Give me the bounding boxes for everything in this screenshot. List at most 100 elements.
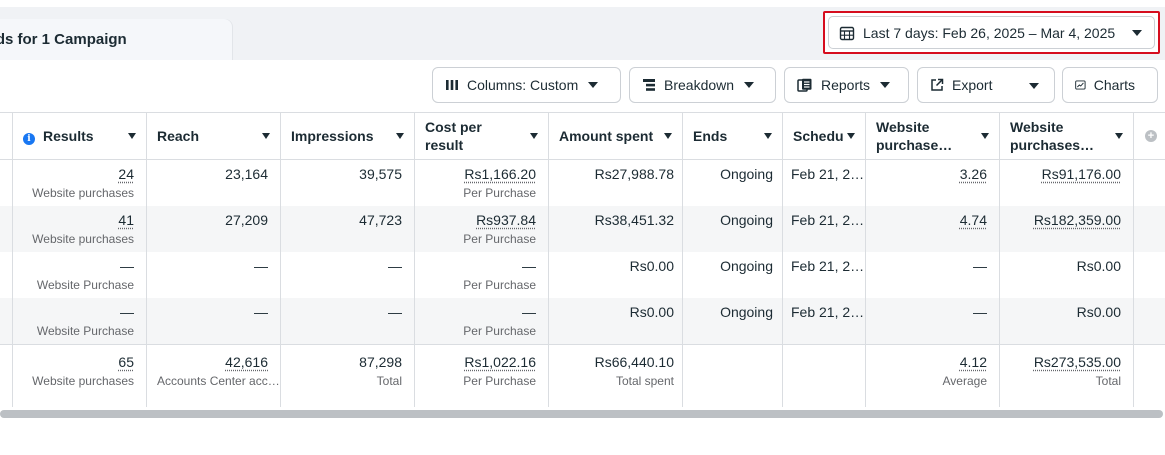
summary-ends — [683, 345, 783, 407]
cell-website-purchases-value: Rs0.00 — [1000, 298, 1134, 344]
value[interactable]: Rs937.84 — [476, 212, 536, 228]
header-label: Amount spent — [559, 128, 654, 144]
value[interactable]: Rs1,166.20 — [464, 166, 536, 182]
breakdown-button[interactable]: Breakdown — [629, 67, 776, 103]
sort-icon[interactable] — [128, 133, 136, 139]
sort-icon[interactable] — [396, 133, 404, 139]
summary-website-purchases-value: Rs273,535.00 Total — [1000, 345, 1134, 407]
horizontal-scrollbar[interactable] — [0, 410, 1163, 418]
value: Rs0.00 — [1076, 258, 1121, 274]
export-button[interactable]: Export — [917, 67, 1016, 103]
value[interactable]: 65 — [118, 354, 134, 370]
value[interactable]: Rs273,535.00 — [1034, 354, 1121, 370]
date-range-picker[interactable]: Last 7 days: Feb 26, 2025 – Mar 4, 2025 — [828, 16, 1155, 49]
cell-cost: — Per Purchase — [415, 252, 549, 298]
cell-schedule: Feb 21, 2… — [783, 298, 866, 344]
cell-reach: — — [147, 252, 281, 298]
cell-ends: Ongoing — [683, 252, 783, 298]
summary-results: 65 Website purchases — [13, 345, 147, 407]
value[interactable]: 3.26 — [960, 166, 987, 182]
charts-button[interactable]: Charts — [1062, 67, 1158, 103]
value: Ongoing — [720, 212, 773, 228]
cell-cost: — Per Purchase — [415, 298, 549, 344]
subtext: Website purchases — [32, 186, 134, 200]
reports-button[interactable]: Reports — [784, 67, 909, 103]
header-impressions[interactable]: Impressions — [281, 113, 415, 160]
sort-icon[interactable] — [262, 133, 270, 139]
header-label: Results — [43, 128, 94, 144]
cell-website-purchases-value: Rs182,359.00 — [1000, 206, 1134, 252]
header-label: Reach — [157, 128, 200, 144]
value: — — [254, 258, 268, 274]
value: Ongoing — [720, 258, 773, 274]
summary-spacer — [0, 345, 13, 407]
sort-icon[interactable] — [764, 133, 772, 139]
cell-impressions: 47,723 — [281, 206, 415, 252]
value: Ongoing — [720, 166, 773, 182]
sort-icon[interactable] — [664, 133, 672, 139]
table-row[interactable]: 41 Website purchases 27,209 47,723 Rs937.… — [0, 206, 1165, 252]
cell-results: — Website Purchase — [13, 252, 147, 298]
value[interactable]: 4.12 — [960, 354, 987, 370]
tab-ads[interactable]: Ads for 1 Campaign — [0, 19, 232, 60]
chart-icon — [1075, 80, 1086, 90]
value: Rs38,451.32 — [594, 212, 674, 228]
row-select[interactable] — [0, 206, 13, 252]
table-row[interactable]: — Website Purchase — — — Per Purchase Rs0.… — [0, 298, 1165, 344]
value[interactable]: Rs91,176.00 — [1042, 166, 1121, 182]
cell-impressions: 39,575 — [281, 160, 415, 206]
cell-ends: Ongoing — [683, 206, 783, 252]
header-schedule[interactable]: Schedu — [783, 113, 866, 160]
header-ends[interactable]: Ends — [683, 113, 783, 160]
add-column-icon[interactable]: + — [1145, 130, 1157, 142]
header-checkbox-column[interactable]: tt — [0, 113, 13, 160]
value[interactable]: 24 — [118, 166, 134, 182]
cell-reach: 23,164 — [147, 160, 281, 206]
subtext: Average — [942, 374, 987, 388]
columns-button[interactable]: Columns: Custom — [432, 67, 621, 103]
sort-icon[interactable] — [981, 133, 989, 139]
cell-schedule: Feb 21, 2… — [783, 206, 866, 252]
summary-impressions: 87,298 Total — [281, 345, 415, 407]
value[interactable]: Rs182,359.00 — [1034, 212, 1121, 228]
cell-impressions: — — [281, 252, 415, 298]
value[interactable]: Rs1,022.16 — [464, 354, 536, 370]
table-row[interactable]: 24 Website purchases 23,164 39,575 Rs1,16… — [0, 160, 1165, 206]
value: — — [522, 258, 536, 274]
header-cost-per-result[interactable]: Cost per result — [415, 113, 549, 160]
header-results[interactable]: i Results — [13, 113, 147, 160]
cell-amount-spent: Rs27,988.78 — [549, 160, 683, 206]
cell-reach: 27,209 — [147, 206, 281, 252]
sort-icon[interactable] — [530, 133, 538, 139]
subtext: Total — [1095, 374, 1121, 388]
summary-amount-spent: Rs66,440.10 Total spent — [549, 345, 683, 407]
header-reach[interactable]: Reach — [147, 113, 281, 160]
header-label: Impressions — [291, 128, 374, 144]
info-icon[interactable]: i — [23, 133, 35, 145]
value: — — [973, 304, 987, 320]
chevron-down-icon — [744, 82, 755, 88]
value[interactable]: 41 — [118, 212, 134, 228]
sort-icon[interactable] — [847, 133, 855, 139]
cell-website-purchases-value: Rs91,176.00 — [1000, 160, 1134, 206]
table-row[interactable]: — Website Purchase — — — Per Purchase Rs0.… — [0, 252, 1165, 298]
columns-icon — [446, 80, 458, 90]
value: — — [973, 258, 987, 274]
export-options-button[interactable] — [1015, 67, 1055, 103]
row-select[interactable] — [0, 160, 13, 206]
value: — — [120, 304, 134, 320]
row-select[interactable] — [0, 252, 13, 298]
header-results-text: i Results — [23, 127, 94, 145]
value[interactable]: 42,616 — [225, 354, 268, 370]
columns-label: Columns: Custom — [467, 77, 579, 93]
row-select[interactable] — [0, 298, 13, 344]
subtext: Total — [376, 374, 402, 388]
subtext: Per Purchase — [463, 186, 536, 200]
cell-cost: Rs1,166.20 Per Purchase — [415, 160, 549, 206]
header-amount-spent[interactable]: Amount spent — [549, 113, 683, 160]
sort-icon[interactable] — [1115, 133, 1123, 139]
value[interactable]: 4.74 — [960, 212, 987, 228]
header-website-purchases-value[interactable]: Website purchases… — [1000, 113, 1134, 160]
value: — — [388, 258, 402, 274]
header-website-purchase[interactable]: Website purchase… — [866, 113, 1000, 160]
